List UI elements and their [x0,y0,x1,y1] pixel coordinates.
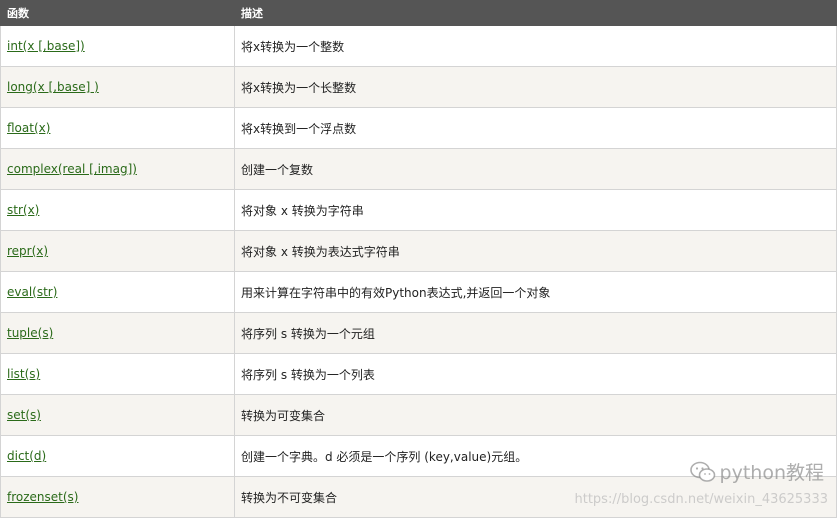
function-link[interactable]: dict(d) [7,449,46,463]
table-row: complex(real [,imag]) 创建一个复数 [0,148,837,190]
description-cell: 将序列 s 转换为一个列表 [234,353,837,395]
function-cell: set(s) [0,394,235,436]
table-row: frozenset(s) 转换为不可变集合 [0,476,837,518]
function-link[interactable]: float(x) [7,121,50,135]
function-cell: long(x [,base] ) [0,66,235,108]
function-link[interactable]: int(x [,base]) [7,39,85,53]
function-cell: dict(d) [0,435,235,477]
function-link[interactable]: list(s) [7,367,40,381]
table-row: float(x) 将x转换到一个浮点数 [0,107,837,149]
header-function: 函数 [0,0,235,26]
description-cell: 创建一个复数 [234,148,837,190]
functions-table: 函数 描述 int(x [,base]) 将x转换为一个整数 long(x [,… [0,0,837,518]
description-cell: 用来计算在字符串中的有效Python表达式,并返回一个对象 [234,271,837,313]
function-cell: complex(real [,imag]) [0,148,235,190]
function-cell: tuple(s) [0,312,235,354]
table-header-row: 函数 描述 [0,0,837,26]
table-row: dict(d) 创建一个字典。d 必须是一个序列 (key,value)元组。 [0,435,837,477]
table-row: set(s) 转换为可变集合 [0,394,837,436]
function-cell: frozenset(s) [0,476,235,518]
header-description: 描述 [234,0,837,26]
function-link[interactable]: complex(real [,imag]) [7,162,137,176]
function-link[interactable]: tuple(s) [7,326,53,340]
function-link[interactable]: set(s) [7,408,41,422]
description-cell: 将对象 x 转换为字符串 [234,189,837,231]
description-cell: 将x转换为一个长整数 [234,66,837,108]
description-cell: 将x转换到一个浮点数 [234,107,837,149]
function-link[interactable]: str(x) [7,203,39,217]
table-row: str(x) 将对象 x 转换为字符串 [0,189,837,231]
function-cell: eval(str) [0,271,235,313]
description-cell: 创建一个字典。d 必须是一个序列 (key,value)元组。 [234,435,837,477]
description-cell: 将x转换为一个整数 [234,25,837,67]
table-row: int(x [,base]) 将x转换为一个整数 [0,25,837,67]
table-row: tuple(s) 将序列 s 转换为一个元组 [0,312,837,354]
function-link[interactable]: frozenset(s) [7,490,78,504]
description-cell: 转换为可变集合 [234,394,837,436]
table-row: eval(str) 用来计算在字符串中的有效Python表达式,并返回一个对象 [0,271,837,313]
description-cell: 转换为不可变集合 [234,476,837,518]
function-cell: str(x) [0,189,235,231]
function-link[interactable]: long(x [,base] ) [7,80,99,94]
table-row: repr(x) 将对象 x 转换为表达式字符串 [0,230,837,272]
function-cell: repr(x) [0,230,235,272]
function-link[interactable]: eval(str) [7,285,57,299]
function-cell: float(x) [0,107,235,149]
table-row: long(x [,base] ) 将x转换为一个长整数 [0,66,837,108]
function-cell: int(x [,base]) [0,25,235,67]
function-cell: list(s) [0,353,235,395]
table-row: list(s) 将序列 s 转换为一个列表 [0,353,837,395]
description-cell: 将序列 s 转换为一个元组 [234,312,837,354]
description-cell: 将对象 x 转换为表达式字符串 [234,230,837,272]
function-link[interactable]: repr(x) [7,244,48,258]
